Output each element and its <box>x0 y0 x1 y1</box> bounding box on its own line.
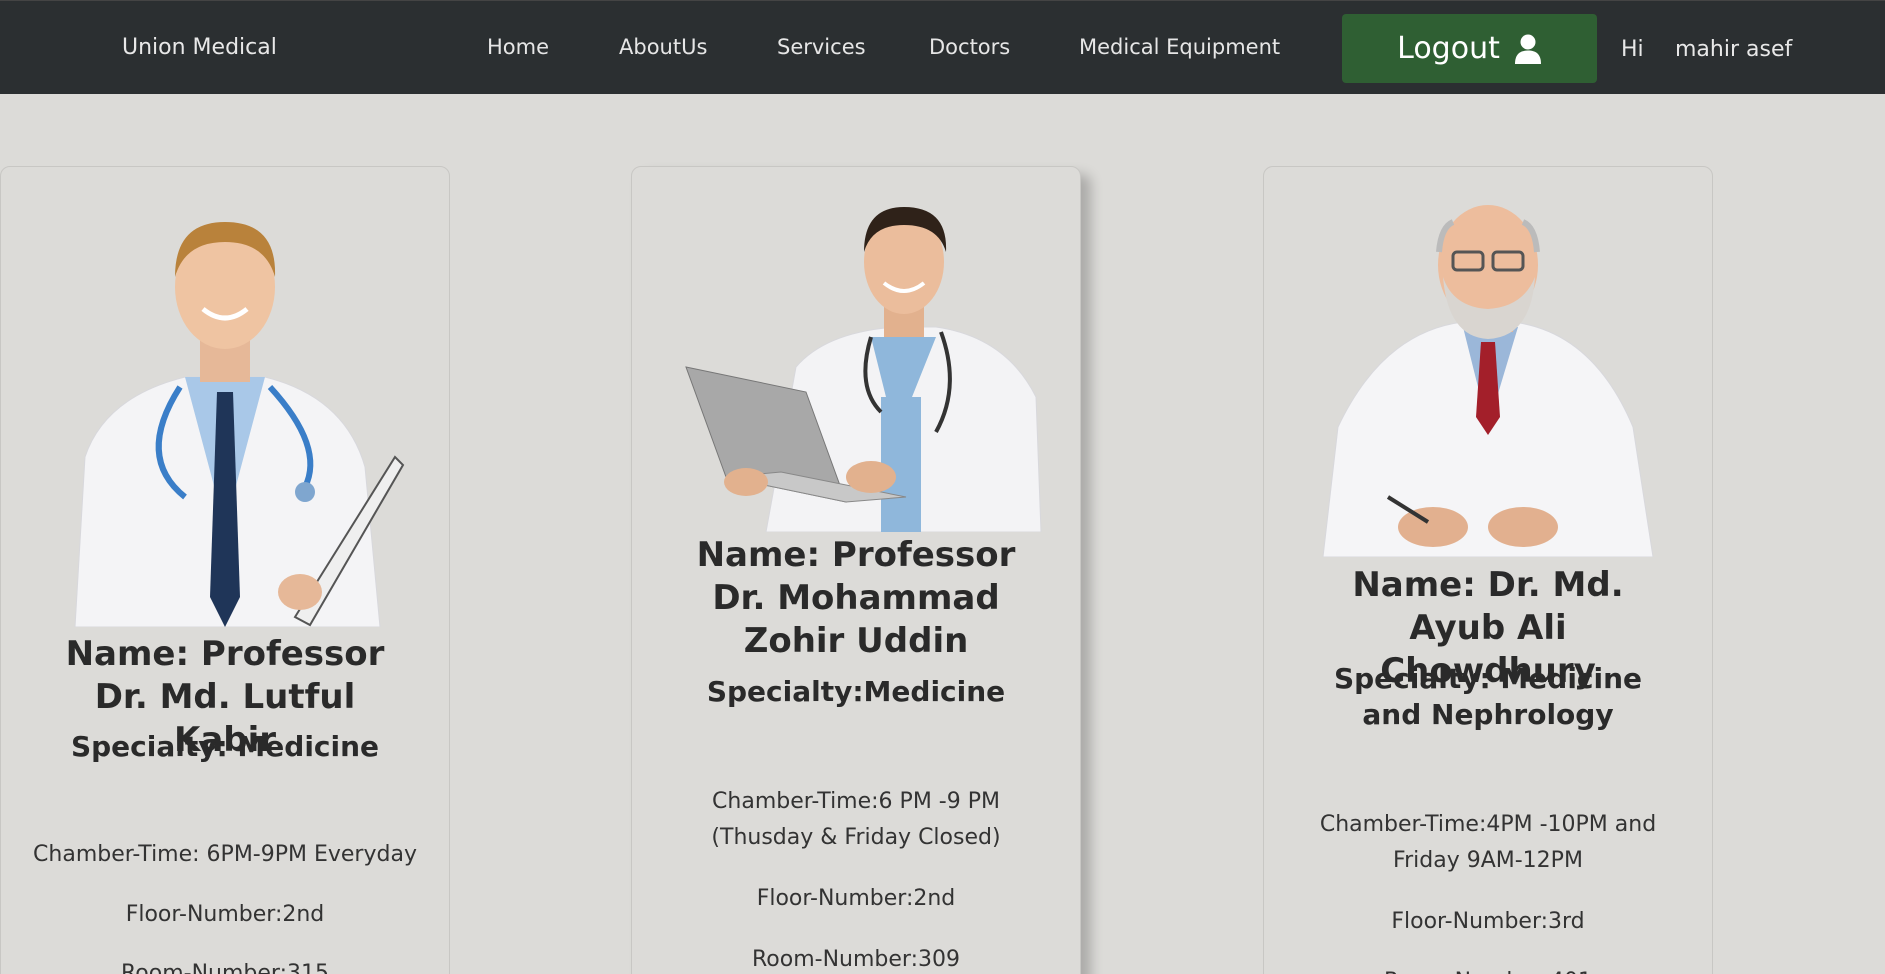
doctor-specialty: Specialty: Medicine and Nephrology <box>1333 662 1643 731</box>
logout-label: Logout <box>1397 31 1500 66</box>
nav-link-services[interactable]: Services <box>777 35 866 59</box>
doctor-floor: Floor-Number:2nd <box>125 902 325 927</box>
top-navbar: Union Medical Home AboutUs Services Doct… <box>0 0 1885 94</box>
doctor-room: Room-Number:309 <box>752 947 960 972</box>
doctor-chamber-time: Chamber-Time: 6PM-9PM Everyday <box>33 842 417 867</box>
doctor-card: Name: Dr. Md. Ayub Ali Chowdhury Special… <box>1263 166 1713 974</box>
nav-link-doctors[interactable]: Doctors <box>929 35 1010 59</box>
nav-link-home[interactable]: Home <box>487 35 549 59</box>
doctor-chamber-time: Chamber-Time:4PM -10PM and Friday 9AM-12… <box>1319 812 1657 873</box>
doctor-room: Room-Number:401 <box>1264 964 1712 974</box>
greeting-text: Hi <box>1621 37 1644 62</box>
user-name: mahir asef <box>1675 37 1793 62</box>
doctor-room: Room-Number:315 <box>121 961 329 974</box>
nav-link-medical-equipment[interactable]: Medical Equipment <box>1079 35 1280 59</box>
logout-button[interactable]: Logout <box>1342 14 1597 83</box>
doctor-name: Name: Professor Dr. Mohammad Zohir Uddin <box>696 535 1016 661</box>
doctor-floor: Floor-Number:2nd <box>756 886 956 911</box>
doctor-photo <box>1322 205 1654 557</box>
doctor-floor: Floor-Number:3rd <box>1391 909 1585 934</box>
user-icon <box>1514 34 1541 64</box>
nav-link-aboutus[interactable]: AboutUs <box>619 35 707 59</box>
doctor-card: Name: Professor Dr. Mohammad Zohir Uddin… <box>631 166 1081 974</box>
doctor-photo <box>685 207 1042 532</box>
brand-link[interactable]: Union Medical <box>122 35 277 60</box>
doctor-chamber-time: Chamber-Time:6 PM -9 PM (Thusday & Frida… <box>711 789 1001 850</box>
doctor-photo <box>74 222 405 627</box>
doctor-specialty: Specialty: Medicine <box>70 730 380 763</box>
doctor-specialty: Specialty:Medicine <box>706 675 1006 708</box>
doctor-card: Name: Professor Dr. Md. Lutful Kabir Spe… <box>0 166 450 974</box>
